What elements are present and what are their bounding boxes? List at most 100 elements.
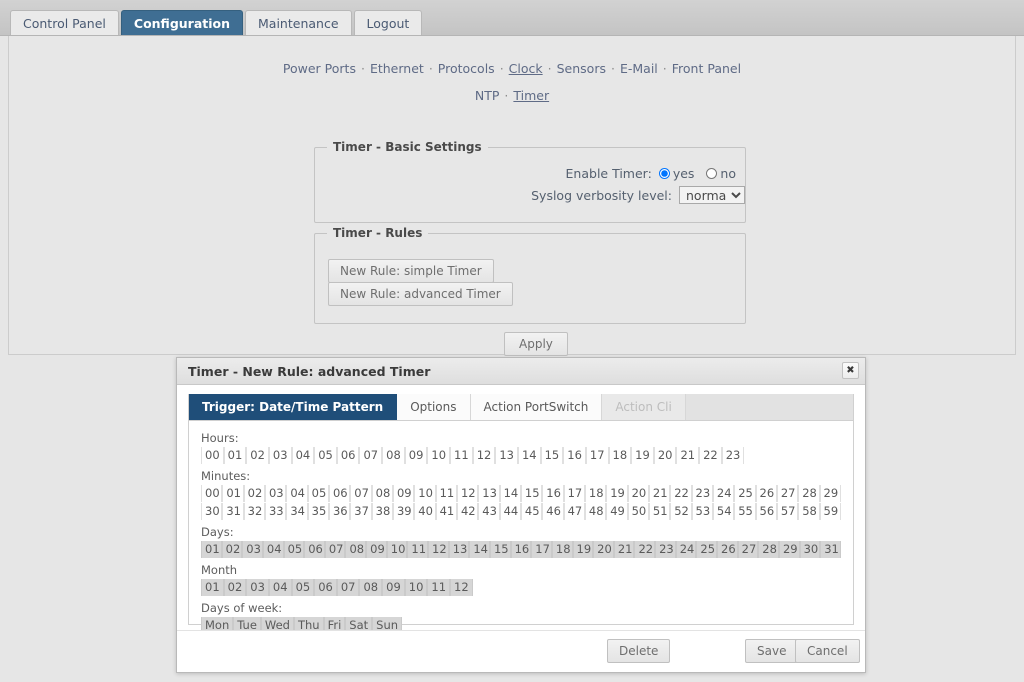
minutes-cell-row-1[interactable]: 00 01 02 03 04 05 06 07 08 09 10 11 12 13 14 15 16 17 18 19… [201, 485, 841, 502]
minutes-cell[interactable]: 03 [264, 485, 287, 502]
hours-cell[interactable]: 20 [653, 447, 677, 464]
hours-cell[interactable]: 11 [450, 447, 473, 464]
days-cell[interactable]: 07 [324, 541, 346, 558]
days-cell[interactable]: 09 [366, 541, 387, 558]
nav-link-e-mail[interactable]: E-Mail [620, 61, 658, 76]
minutes-cell[interactable]: 43 [478, 503, 500, 520]
minutes-cell-row-2[interactable]: 30 31 32 33 34 35 36 37 38 39 40 41 42 43 44 45 46 47 48 49… [201, 503, 841, 520]
days-cell[interactable]: 05 [283, 541, 305, 558]
main-tab-control-panel[interactable]: Control Panel [10, 10, 119, 35]
minutes-cell[interactable]: 39 [392, 503, 415, 520]
minutes-cell[interactable]: 11 [435, 485, 457, 502]
minutes-cell[interactable]: 05 [307, 485, 329, 502]
minutes-cell[interactable]: 31 [222, 503, 244, 520]
days-cell[interactable]: 22 [634, 541, 656, 558]
month-cell[interactable]: 07 [336, 579, 360, 596]
close-icon[interactable]: ✖ [842, 362, 859, 379]
minutes-cell[interactable]: 51 [648, 503, 671, 520]
minutes-cell[interactable]: 22 [670, 485, 692, 502]
hours-cell[interactable]: 09 [404, 447, 428, 464]
hours-cell[interactable]: 14 [517, 447, 541, 464]
days-cell[interactable]: 18 [551, 541, 573, 558]
month-cell[interactable]: 10 [404, 579, 428, 596]
dialog-tab-action-portswitch[interactable]: Action PortSwitch [470, 394, 603, 420]
days-cell[interactable]: 23 [655, 541, 676, 558]
minutes-cell[interactable]: 46 [542, 503, 564, 520]
save-button[interactable]: Save [745, 639, 799, 663]
hours-cell[interactable]: 12 [472, 447, 496, 464]
nav-link-clock[interactable]: Clock [509, 61, 543, 76]
minutes-cell[interactable]: 32 [243, 503, 265, 520]
days-cell[interactable]: 15 [489, 541, 511, 558]
minutes-cell[interactable]: 10 [414, 485, 436, 502]
hours-cell[interactable]: 10 [427, 447, 451, 464]
minutes-cell[interactable]: 14 [499, 485, 521, 502]
enable-timer-yes-radio[interactable] [658, 168, 670, 179]
minutes-cell[interactable]: 25 [734, 485, 756, 502]
month-cell[interactable]: 01 [201, 579, 224, 596]
nav-link-protocols[interactable]: Protocols [438, 61, 495, 76]
minutes-cell[interactable]: 27 [776, 485, 799, 502]
hours-cell[interactable]: 03 [268, 447, 292, 464]
minutes-cell[interactable]: 36 [328, 503, 351, 520]
minutes-cell[interactable]: 15 [520, 485, 543, 502]
nav-link-ethernet[interactable]: Ethernet [370, 61, 424, 76]
minutes-cell[interactable]: 13 [478, 485, 500, 502]
nav-link-power-ports[interactable]: Power Ports [283, 61, 356, 76]
hours-cell[interactable]: 18 [608, 447, 632, 464]
days-cell[interactable]: 12 [428, 541, 449, 558]
minutes-cell[interactable]: 33 [264, 503, 287, 520]
minutes-cell[interactable]: 08 [371, 485, 393, 502]
minutes-cell[interactable]: 26 [755, 485, 777, 502]
enable-timer-yes-option[interactable]: yes [658, 166, 694, 181]
days-cell[interactable]: 04 [262, 541, 284, 558]
nav-link-sensors[interactable]: Sensors [557, 61, 606, 76]
main-tab-logout[interactable]: Logout [353, 10, 423, 35]
minutes-cell[interactable]: 16 [542, 485, 564, 502]
minutes-cell[interactable]: 57 [776, 503, 799, 520]
days-cell-row[interactable]: 01 02 03 04 05 06 07 08 09 10 11 12 13 14 15 16 17 18 19 20… [201, 541, 841, 558]
days-cell[interactable]: 10 [386, 541, 408, 558]
minutes-cell[interactable]: 24 [712, 485, 735, 502]
hours-cell[interactable]: 21 [676, 447, 700, 464]
minutes-cell[interactable]: 44 [499, 503, 521, 520]
month-cell[interactable]: 09 [382, 579, 405, 596]
minutes-cell[interactable]: 02 [243, 485, 265, 502]
minutes-cell[interactable]: 06 [328, 485, 351, 502]
minutes-cell[interactable]: 28 [798, 485, 820, 502]
minutes-cell[interactable]: 23 [691, 485, 713, 502]
days-cell[interactable]: 03 [242, 541, 263, 558]
days-cell[interactable]: 11 [407, 541, 429, 558]
dialog-tab-options[interactable]: Options [397, 394, 471, 420]
month-cell[interactable]: 03 [246, 579, 269, 596]
hours-cell[interactable]: 07 [359, 447, 383, 464]
days-cell[interactable]: 19 [572, 541, 594, 558]
new-rule-simple-timer-button[interactable]: New Rule: simple Timer [328, 259, 494, 283]
minutes-cell[interactable]: 00 [201, 485, 223, 502]
days-cell[interactable]: 06 [304, 541, 325, 558]
minutes-cell[interactable]: 29 [819, 485, 841, 502]
days-cell[interactable]: 26 [717, 541, 738, 558]
delete-button[interactable]: Delete [607, 639, 671, 663]
hours-cell[interactable]: 00 [201, 447, 224, 464]
days-cell[interactable]: 20 [593, 541, 614, 558]
minutes-cell[interactable]: 55 [734, 503, 756, 520]
hours-cell[interactable]: 08 [382, 447, 405, 464]
hours-cell[interactable]: 13 [495, 447, 518, 464]
days-cell[interactable]: 02 [221, 541, 243, 558]
main-tab-configuration[interactable]: Configuration [120, 10, 244, 35]
hours-cell-row[interactable]: 00 01 02 03 04 05 06 07 08 09 10 11 12 13 14 15 16 17 18 19… [201, 447, 841, 464]
hours-cell[interactable]: 23 [721, 447, 745, 464]
enable-timer-radio-group[interactable]: yes no [658, 166, 745, 181]
minutes-cell[interactable]: 12 [456, 485, 479, 502]
month-cell[interactable]: 05 [291, 579, 315, 596]
month-cell[interactable]: 08 [359, 579, 383, 596]
days-cell[interactable]: 29 [778, 541, 800, 558]
days-cell[interactable]: 01 [201, 541, 222, 558]
minutes-cell[interactable]: 58 [798, 503, 820, 520]
minutes-cell[interactable]: 47 [563, 503, 585, 520]
minutes-cell[interactable]: 34 [286, 503, 308, 520]
minutes-cell[interactable]: 37 [350, 503, 372, 520]
cancel-button[interactable]: Cancel [795, 639, 860, 663]
minutes-cell[interactable]: 49 [606, 503, 628, 520]
